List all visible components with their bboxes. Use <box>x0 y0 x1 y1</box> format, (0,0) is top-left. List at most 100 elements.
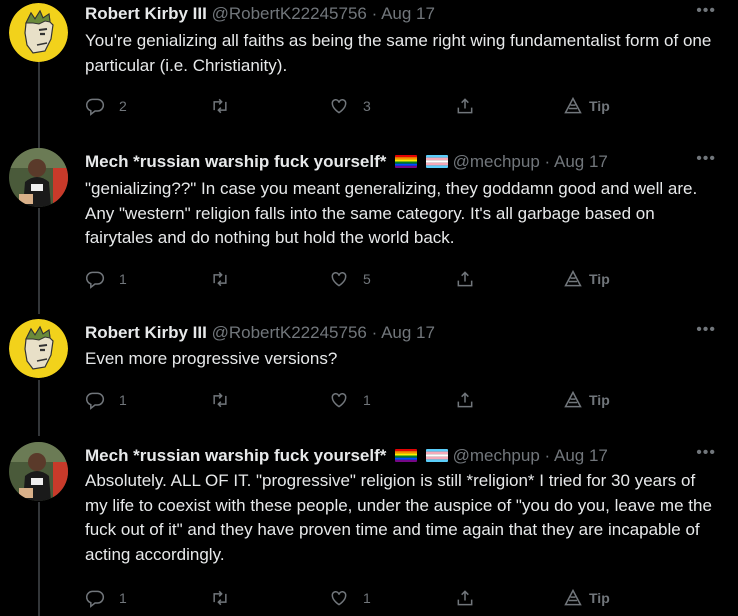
retweet-icon <box>213 98 227 114</box>
like-icon <box>331 98 347 114</box>
rainbow-flag-icon <box>395 449 418 462</box>
photo-avatar-icon <box>9 148 68 207</box>
tweet-header: Mech *russian warship fuck yourself* @me… <box>85 152 718 172</box>
reply-count: 2 <box>119 98 127 114</box>
trans-flag-icon <box>425 155 448 168</box>
tweet-text: "genializing??" In case you meant genera… <box>85 179 698 247</box>
tip-label: Tip <box>589 392 610 408</box>
tip-button[interactable]: Tip <box>563 268 610 290</box>
tweet-date[interactable]: Aug 17 <box>554 446 608 465</box>
like-icon <box>331 271 347 287</box>
tip-icon <box>564 269 582 287</box>
reply-button[interactable]: 1 <box>85 587 127 609</box>
cartoon-avatar-icon <box>9 319 68 378</box>
tweet[interactable]: Robert Kirby III @RobertK22245756 · Aug … <box>0 0 738 140</box>
separator-dot: · <box>371 323 378 342</box>
photo-avatar-icon <box>9 442 68 501</box>
tip-label: Tip <box>589 271 610 287</box>
like-count: 5 <box>363 271 371 287</box>
more-icon[interactable]: ••• <box>696 2 716 20</box>
tip-button[interactable]: Tip <box>563 587 610 609</box>
display-name[interactable]: Robert Kirby III <box>85 323 207 342</box>
reply-button[interactable]: 2 <box>85 95 127 117</box>
share-icon <box>457 271 473 287</box>
like-icon <box>331 392 347 408</box>
tweet-header: Robert Kirby III @RobertK22245756 · Aug … <box>85 323 718 343</box>
tweet[interactable]: Robert Kirby III @RobertK22245756 · Aug … <box>0 319 738 429</box>
separator-dot: · <box>371 4 378 23</box>
share-icon <box>457 392 473 408</box>
reply-icon <box>85 271 105 289</box>
retweet-icon <box>213 271 227 287</box>
like-icon <box>331 590 347 606</box>
tip-icon <box>564 390 582 408</box>
tweet-date[interactable]: Aug 17 <box>554 152 608 171</box>
reply-icon <box>85 392 105 410</box>
tweet-header: Mech *russian warship fuck yourself* @me… <box>85 446 718 466</box>
reply-icon <box>85 98 105 116</box>
more-icon[interactable]: ••• <box>696 444 716 462</box>
more-icon[interactable]: ••• <box>696 321 716 339</box>
user-handle[interactable]: @mechpup <box>453 152 540 171</box>
like-button[interactable]: 1 <box>329 587 371 609</box>
retweet-button[interactable] <box>210 95 244 117</box>
reply-count: 1 <box>119 392 127 408</box>
rainbow-flag-icon <box>395 155 418 168</box>
like-count: 3 <box>363 98 371 114</box>
like-button[interactable]: 5 <box>329 268 371 290</box>
tweet-header: Robert Kirby III @RobertK22245756 · Aug … <box>85 4 718 24</box>
tip-button[interactable]: Tip <box>563 95 610 117</box>
action-bar: 1 5 Tip <box>85 268 722 290</box>
share-button[interactable] <box>455 268 475 290</box>
display-name[interactable]: Mech *russian warship fuck yourself* <box>85 152 386 171</box>
tip-button[interactable]: Tip <box>563 389 610 411</box>
tip-icon <box>564 588 582 606</box>
tweet-text: Absolutely. ALL OF IT. "progressive" rel… <box>85 471 712 564</box>
share-button[interactable] <box>455 587 475 609</box>
avatar[interactable] <box>9 148 68 207</box>
reply-count: 1 <box>119 271 127 287</box>
avatar[interactable] <box>9 3 68 62</box>
share-icon <box>457 590 473 606</box>
retweet-button[interactable] <box>210 268 244 290</box>
share-button[interactable] <box>455 389 475 411</box>
tweet-text: Even more progressive versions? <box>85 349 338 368</box>
cartoon-avatar-icon <box>9 3 68 62</box>
user-handle[interactable]: @RobertK22245756 <box>212 323 367 342</box>
action-bar: 2 3 Tip <box>85 95 722 117</box>
tip-label: Tip <box>589 590 610 606</box>
tweet-date[interactable]: Aug 17 <box>381 4 435 23</box>
more-icon[interactable]: ••• <box>696 150 716 168</box>
reply-button[interactable]: 1 <box>85 268 127 290</box>
reply-count: 1 <box>119 590 127 606</box>
tip-label: Tip <box>589 98 610 114</box>
like-button[interactable]: 1 <box>329 389 371 411</box>
display-name[interactable]: Robert Kirby III <box>85 4 207 23</box>
avatar[interactable] <box>9 442 68 501</box>
user-handle[interactable]: @RobertK22245756 <box>212 4 367 23</box>
tweet-text: You're genializing all faiths as being t… <box>85 31 712 75</box>
share-icon <box>457 98 473 114</box>
separator-dot: · <box>544 446 551 465</box>
tip-icon <box>564 96 582 114</box>
like-count: 1 <box>363 590 371 606</box>
avatar[interactable] <box>9 319 68 378</box>
separator-dot: · <box>544 152 551 171</box>
retweet-button[interactable] <box>210 389 244 411</box>
display-name[interactable]: Mech *russian warship fuck yourself* <box>85 446 386 465</box>
tweet-date[interactable]: Aug 17 <box>381 323 435 342</box>
action-bar: 1 1 Tip <box>85 389 722 411</box>
reply-button[interactable]: 1 <box>85 389 127 411</box>
retweet-icon <box>213 590 227 606</box>
retweet-button[interactable] <box>210 587 244 609</box>
trans-flag-icon <box>425 449 448 462</box>
share-button[interactable] <box>455 95 475 117</box>
action-bar: 1 1 Tip <box>85 587 722 609</box>
user-handle[interactable]: @mechpup <box>453 446 540 465</box>
like-button[interactable]: 3 <box>329 95 371 117</box>
tweet[interactable]: Mech *russian warship fuck yourself* @me… <box>0 442 738 616</box>
like-count: 1 <box>363 392 371 408</box>
retweet-icon <box>213 392 227 408</box>
tweet[interactable]: Mech *russian warship fuck yourself* @me… <box>0 148 738 308</box>
reply-icon <box>85 590 105 608</box>
